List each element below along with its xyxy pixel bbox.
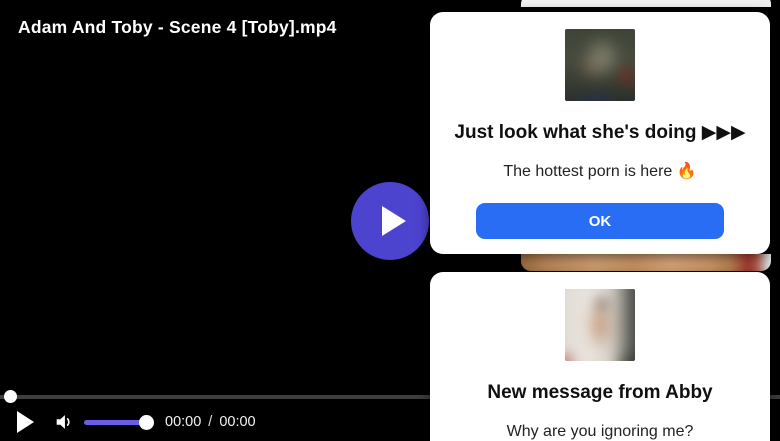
volume-thumb[interactable] <box>139 415 154 430</box>
popup-1-subtext: The hottest porn is here 🔥 <box>430 161 770 183</box>
speaker-icon <box>53 411 75 433</box>
current-time: 00:00 <box>165 414 201 430</box>
popup-2-photo-thumbnail[interactable] <box>565 289 635 361</box>
duration: 00:00 <box>219 414 255 430</box>
time-display: 00:00 / 00:00 <box>165 414 256 430</box>
time-separator: / <box>208 414 212 430</box>
play-button[interactable] <box>17 411 34 433</box>
popup-ad-1: Just look what she's doing ▶▶▶ The hotte… <box>430 12 770 254</box>
video-title: Adam And Toby - Scene 4 [Toby].mp4 <box>18 17 337 38</box>
play-icon <box>382 206 406 236</box>
popup-1-photo-thumbnail[interactable] <box>565 29 635 101</box>
ad-image <box>521 254 771 271</box>
video-player-page: Adam And Toby - Scene 4 [Toby].mp4 00:00… <box>0 0 780 441</box>
ad-top-bar <box>521 0 771 7</box>
popup-2-subtext: Why are you ignoring me? <box>430 421 770 441</box>
popup-2-headline: New message from Abby <box>430 380 770 406</box>
ok-button[interactable]: OK <box>476 203 724 239</box>
mute-button[interactable] <box>53 411 75 433</box>
popup-1-headline: Just look what she's doing ▶▶▶ <box>430 120 770 146</box>
volume-slider[interactable] <box>84 420 146 425</box>
popup-ad-2: New message from Abby Why are you ignori… <box>430 272 770 441</box>
big-play-button[interactable] <box>351 182 429 260</box>
seek-thumb[interactable] <box>4 390 17 403</box>
